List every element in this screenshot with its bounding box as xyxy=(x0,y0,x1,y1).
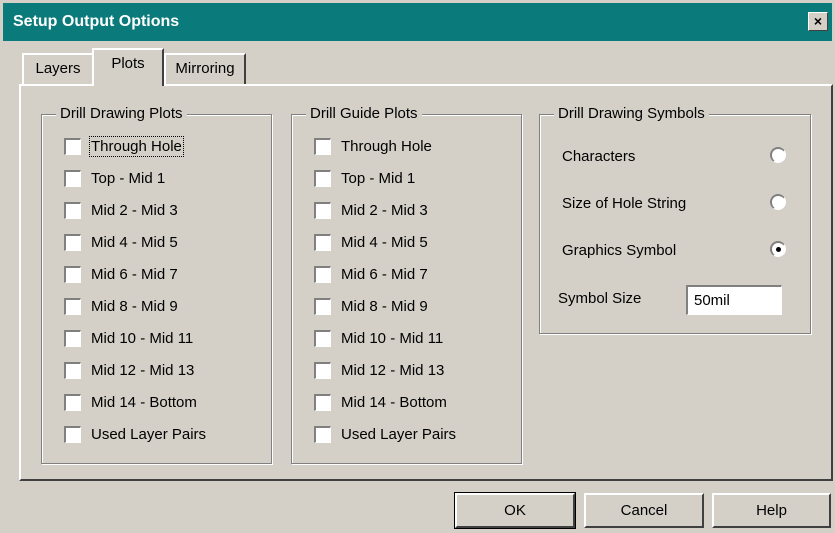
checkbox-label: Top - Mid 1 xyxy=(91,169,166,187)
drill-drawing-checkbox-top-mid1[interactable]: Top - Mid 1 xyxy=(64,167,165,189)
window-title: Setup Output Options xyxy=(13,13,180,30)
drill-guide-checkbox-through-hole[interactable]: Through Hole xyxy=(314,135,432,157)
checkbox-box[interactable] xyxy=(64,233,81,251)
checkbox-label: Mid 4 - Mid 5 xyxy=(341,233,428,251)
checkbox-box[interactable] xyxy=(314,169,331,187)
drill-guide-checkbox-mid6-mid7[interactable]: Mid 6 - Mid 7 xyxy=(314,263,428,285)
drill-guide-checkbox-top-mid1[interactable]: Top - Mid 1 xyxy=(314,167,415,189)
radio-row-size-of-hole-string[interactable]: Size of Hole String xyxy=(562,192,788,216)
radio-label-size-of-hole-string: Size of Hole String xyxy=(562,195,687,212)
radio-size-of-hole-string[interactable] xyxy=(770,194,786,210)
radio-graphics-symbol[interactable] xyxy=(770,241,786,257)
checkbox-label: Through Hole xyxy=(89,135,184,157)
symbol-size-input[interactable] xyxy=(686,285,782,315)
checkbox-box[interactable] xyxy=(314,137,331,155)
checkbox-box[interactable] xyxy=(314,201,331,219)
drill-guide-checkbox-mid4-mid5[interactable]: Mid 4 - Mid 5 xyxy=(314,231,428,253)
checkbox-label: Mid 2 - Mid 3 xyxy=(91,201,178,219)
checkbox-label: Mid 2 - Mid 3 xyxy=(341,201,428,219)
checkbox-box[interactable] xyxy=(64,169,81,187)
drill-drawing-checkbox-mid14-bottom[interactable]: Mid 14 - Bottom xyxy=(64,391,197,413)
radio-label-characters: Characters xyxy=(562,148,636,165)
checkbox-label: Mid 6 - Mid 7 xyxy=(341,265,428,283)
close-button[interactable]: × xyxy=(808,12,828,31)
tab-plots[interactable]: Plots xyxy=(92,48,164,86)
checkbox-label: Through Hole xyxy=(341,137,432,155)
tab-layers[interactable]: Layers xyxy=(22,53,94,85)
checkbox-box[interactable] xyxy=(64,393,81,411)
checkbox-box[interactable] xyxy=(64,265,81,283)
drill-guide-checkbox-mid2-mid3[interactable]: Mid 2 - Mid 3 xyxy=(314,199,428,221)
drill-drawing-checkbox-mid4-mid5[interactable]: Mid 4 - Mid 5 xyxy=(64,231,178,253)
drill-guide-plots-group: Drill Guide Plots Through Hole Top - Mid… xyxy=(291,105,522,464)
radio-row-graphics-symbol[interactable]: Graphics Symbol xyxy=(562,239,788,263)
checkbox-box[interactable] xyxy=(314,265,331,283)
checkbox-label: Mid 8 - Mid 9 xyxy=(341,297,428,315)
drill-drawing-checkbox-mid10-mid11[interactable]: Mid 10 - Mid 11 xyxy=(64,327,193,349)
drill-drawing-checkbox-mid6-mid7[interactable]: Mid 6 - Mid 7 xyxy=(64,263,178,285)
checkbox-label: Used Layer Pairs xyxy=(341,425,457,443)
checkbox-box[interactable] xyxy=(314,329,331,347)
ok-button[interactable]: OK xyxy=(454,492,576,529)
checkbox-box[interactable] xyxy=(64,297,81,315)
drill-drawing-checkbox-mid8-mid9[interactable]: Mid 8 - Mid 9 xyxy=(64,295,178,317)
checkbox-box[interactable] xyxy=(64,425,81,443)
radio-selected-dot xyxy=(776,247,781,252)
cancel-button[interactable]: Cancel xyxy=(584,493,704,528)
radio-row-characters[interactable]: Characters xyxy=(562,145,788,169)
drill-drawing-checkbox-mid2-mid3[interactable]: Mid 2 - Mid 3 xyxy=(64,199,178,221)
drill-drawing-symbols-group: Drill Drawing Symbols Characters Size of… xyxy=(539,105,811,334)
drill-guide-checkbox-mid10-mid11[interactable]: Mid 10 - Mid 11 xyxy=(314,327,443,349)
drill-guide-checkbox-mid8-mid9[interactable]: Mid 8 - Mid 9 xyxy=(314,295,428,317)
drill-guide-checkbox-used-layer-pairs[interactable]: Used Layer Pairs xyxy=(314,423,456,445)
checkbox-box[interactable] xyxy=(314,297,331,315)
checkbox-label: Mid 8 - Mid 9 xyxy=(91,297,178,315)
checkbox-box[interactable] xyxy=(64,137,81,155)
drill-guide-checkbox-mid14-bottom[interactable]: Mid 14 - Bottom xyxy=(314,391,447,413)
checkbox-label: Mid 14 - Bottom xyxy=(91,393,197,411)
checkbox-label: Used Layer Pairs xyxy=(91,425,207,443)
checkbox-label: Mid 4 - Mid 5 xyxy=(91,233,178,251)
checkbox-label: Mid 14 - Bottom xyxy=(341,393,447,411)
checkbox-box[interactable] xyxy=(64,201,81,219)
checkbox-box[interactable] xyxy=(64,329,81,347)
tab-mirroring[interactable]: Mirroring xyxy=(164,53,246,85)
drill-drawing-checkbox-through-hole[interactable]: Through Hole xyxy=(64,135,184,157)
drill-drawing-plots-group: Drill Drawing Plots Through Hole Top - M… xyxy=(41,105,272,464)
checkbox-label: Top - Mid 1 xyxy=(341,169,416,187)
checkbox-box[interactable] xyxy=(314,425,331,443)
checkbox-box[interactable] xyxy=(314,233,331,251)
drill-guide-checkbox-mid12-mid13[interactable]: Mid 12 - Mid 13 xyxy=(314,359,444,381)
drill-drawing-checkbox-used-layer-pairs[interactable]: Used Layer Pairs xyxy=(64,423,206,445)
checkbox-label: Mid 12 - Mid 13 xyxy=(91,361,195,379)
help-button[interactable]: Help xyxy=(712,493,831,528)
title-bar: Setup Output Options × xyxy=(3,3,832,41)
symbol-size-label: Symbol Size xyxy=(558,290,642,307)
plots-tab-panel: Drill Drawing Plots Through Hole Top - M… xyxy=(19,84,833,481)
drill-guide-plots-title: Drill Guide Plots xyxy=(306,105,422,123)
drill-drawing-checkbox-mid12-mid13[interactable]: Mid 12 - Mid 13 xyxy=(64,359,194,381)
checkbox-box[interactable] xyxy=(314,393,331,411)
checkbox-box[interactable] xyxy=(314,361,331,379)
drill-drawing-symbols-title: Drill Drawing Symbols xyxy=(554,105,709,123)
radio-characters[interactable] xyxy=(770,147,786,163)
checkbox-label: Mid 6 - Mid 7 xyxy=(91,265,178,283)
drill-drawing-plots-title: Drill Drawing Plots xyxy=(56,105,187,123)
radio-label-graphics-symbol: Graphics Symbol xyxy=(562,242,677,259)
checkbox-label: Mid 10 - Mid 11 xyxy=(341,329,444,347)
checkbox-label: Mid 12 - Mid 13 xyxy=(341,361,445,379)
checkbox-label: Mid 10 - Mid 11 xyxy=(91,329,194,347)
checkbox-box[interactable] xyxy=(64,361,81,379)
